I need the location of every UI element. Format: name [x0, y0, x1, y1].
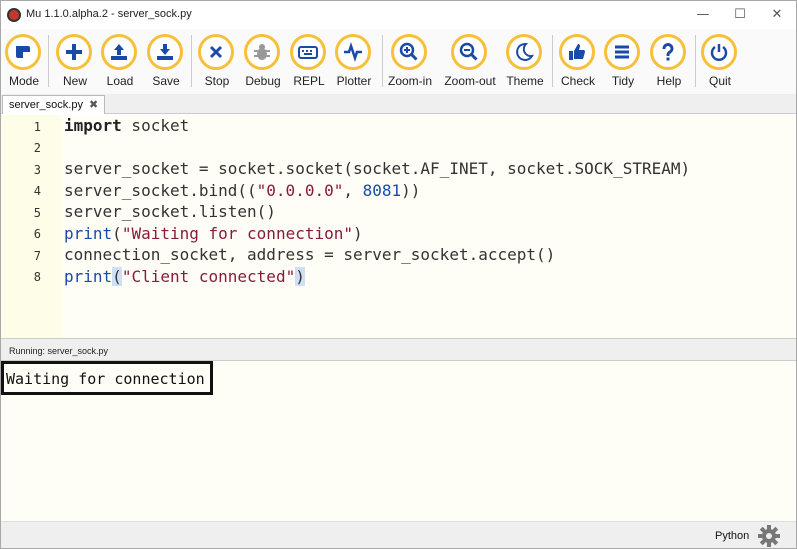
- help-button[interactable]: Help: [647, 31, 691, 93]
- code-line: import socket: [64, 116, 190, 135]
- quit-label: Quit: [708, 74, 731, 88]
- toolbar: Mode New Load Save Stop Debug REPL Plott…: [1, 29, 796, 94]
- tab-bar: server_sock.py ✖: [1, 94, 796, 114]
- upload-icon: [101, 34, 137, 70]
- line-number: 3: [33, 163, 41, 177]
- plotter-button[interactable]: Plotter: [332, 31, 376, 93]
- maximize-button[interactable]: ☐: [726, 5, 754, 25]
- zoom-out-button[interactable]: Zoom-out: [444, 31, 496, 93]
- run-status-label: Running: server_sock.py: [9, 346, 109, 356]
- output-pane[interactable]: Waiting for connection: [1, 361, 796, 521]
- line-number: 1: [33, 120, 41, 134]
- plus-icon: [56, 34, 92, 70]
- code-line: print("Client connected"): [64, 267, 305, 286]
- output-highlight-box: Waiting for connection: [1, 361, 213, 395]
- mu-logo-icon: [7, 8, 21, 22]
- zoom-in-button[interactable]: Zoom-in: [388, 31, 432, 93]
- thumbs-up-icon: [559, 34, 595, 70]
- run-pane-header: Running: server_sock.py: [1, 338, 796, 361]
- line-number-gutter: 1 2 3 4 5 6 7 8: [1, 115, 61, 338]
- tab-label: server_sock.py: [9, 99, 83, 111]
- menu-icon: [604, 34, 640, 70]
- current-mode-label[interactable]: Python: [715, 530, 749, 542]
- gear-icon[interactable]: [758, 525, 780, 547]
- line-number: 6: [33, 227, 41, 241]
- output-text: Waiting for connection: [6, 370, 205, 388]
- status-bar: Python: [1, 521, 796, 548]
- title-bar: Mu 1.1.0.alpha.2 - server_sock.py — ☐ ✕: [1, 1, 796, 29]
- bug-icon: [244, 34, 280, 70]
- zoom-out-icon: [451, 34, 487, 70]
- zoom-in-label: Zoom-in: [387, 74, 432, 88]
- code-line: print("Waiting for connection"): [64, 224, 363, 243]
- minimize-button[interactable]: —: [689, 5, 717, 25]
- line-number: 7: [33, 249, 41, 263]
- line-number: 4: [33, 184, 41, 198]
- theme-button[interactable]: Theme: [503, 31, 547, 93]
- code-line: server_socket.bind(("0.0.0.0", 8081)): [64, 181, 421, 200]
- line-number: 5: [33, 206, 41, 220]
- plotter-label: Plotter: [336, 74, 372, 88]
- code-line: connection_socket, address = server_sock…: [64, 245, 556, 264]
- keyboard-icon: [290, 34, 326, 70]
- line-number: 8: [33, 270, 41, 284]
- code-area[interactable]: import socket server_socket = socket.soc…: [62, 115, 796, 338]
- code-line: server_socket = socket.socket(socket.AF_…: [64, 159, 691, 178]
- window-title: Mu 1.1.0.alpha.2 - server_sock.py: [26, 8, 192, 20]
- code-line: server_socket.listen(): [64, 202, 276, 221]
- code-editor[interactable]: 1 2 3 4 5 6 7 8 import socket server_soc…: [1, 115, 796, 338]
- question-icon: [650, 34, 686, 70]
- tab-server-sock[interactable]: server_sock.py ✖: [2, 95, 106, 114]
- power-icon: [701, 34, 737, 70]
- mode-icon: [5, 34, 41, 70]
- download-icon: [147, 34, 183, 70]
- zoom-in-icon: [391, 34, 427, 70]
- tab-close-icon[interactable]: ✖: [89, 98, 98, 111]
- close-window-button[interactable]: ✕: [763, 5, 791, 25]
- pulse-icon: [335, 34, 371, 70]
- moon-icon: [506, 34, 542, 70]
- close-icon: [198, 34, 234, 70]
- mode-button[interactable]: Mode: [2, 31, 46, 93]
- save-button[interactable]: Save: [144, 31, 188, 93]
- mu-editor-window: Mu 1.1.0.alpha.2 - server_sock.py — ☐ ✕ …: [0, 0, 797, 549]
- line-number: 2: [33, 141, 41, 155]
- quit-button[interactable]: Quit: [698, 31, 742, 93]
